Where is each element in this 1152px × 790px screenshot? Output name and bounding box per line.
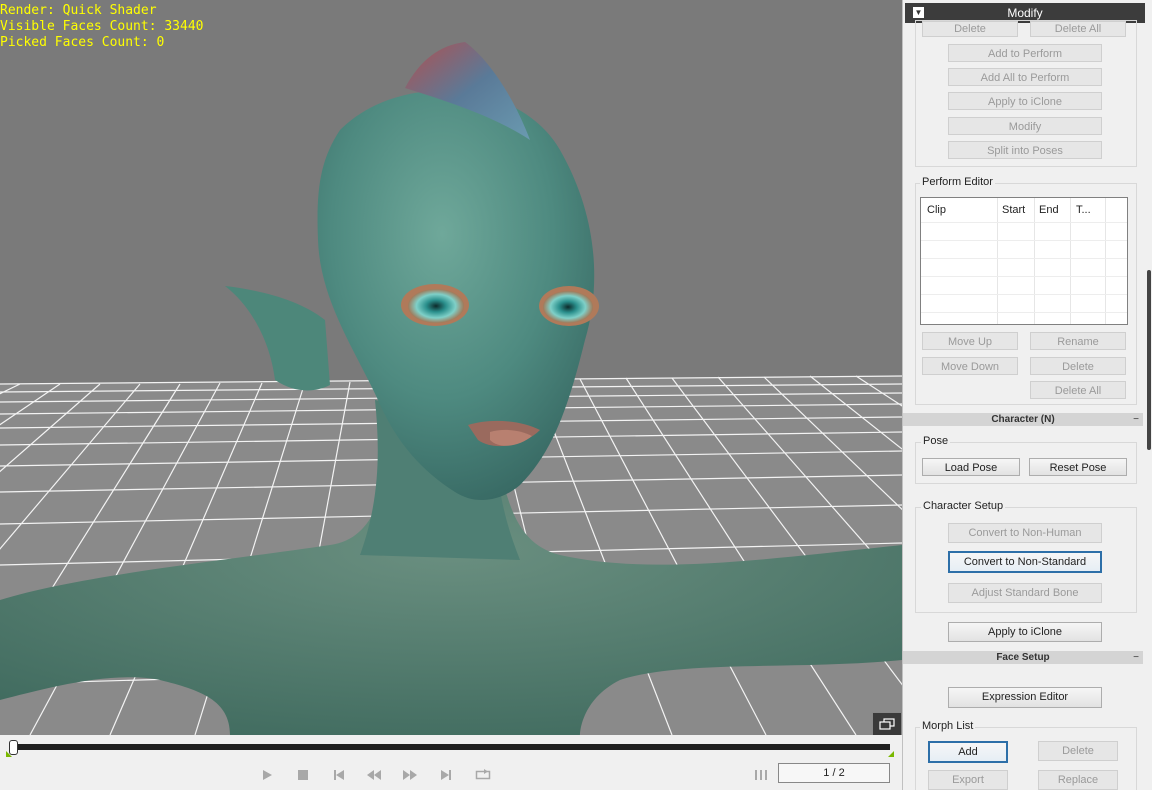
goto-start-button[interactable] xyxy=(329,766,349,784)
picked-faces-text: Picked Faces Count: 0 xyxy=(0,35,165,50)
table-divider xyxy=(1034,198,1035,324)
frame-mode-toggle[interactable] xyxy=(752,766,772,784)
skip-start-icon xyxy=(334,770,344,780)
column-header-end[interactable]: End xyxy=(1039,204,1059,216)
stop-button[interactable] xyxy=(293,766,313,784)
rewind-icon xyxy=(367,770,381,780)
character-setup-label: Character Setup xyxy=(921,500,1006,512)
table-row-divider xyxy=(921,294,1127,295)
render-info-overlay: Render: Quick Shader Visible Faces Count… xyxy=(0,3,204,51)
move-up-button[interactable]: Move Up xyxy=(922,332,1018,350)
table-divider xyxy=(1105,198,1106,324)
table-divider xyxy=(997,198,998,324)
move-down-button[interactable]: Move Down xyxy=(922,357,1018,375)
convert-to-non-human-button[interactable]: Convert to Non-Human xyxy=(948,523,1102,543)
load-pose-button[interactable]: Load Pose xyxy=(922,458,1020,476)
frame-bars-icon xyxy=(755,770,767,780)
table-row-divider xyxy=(921,222,1127,223)
morph-replace-button[interactable]: Replace xyxy=(1038,770,1118,790)
skip-end-icon xyxy=(441,770,451,780)
expression-editor-button[interactable]: Expression Editor xyxy=(948,687,1102,708)
table-row-divider xyxy=(921,240,1127,241)
morph-add-button[interactable]: Add xyxy=(928,741,1008,763)
face-setup-section-title: Face Setup xyxy=(996,652,1050,663)
pose-label: Pose xyxy=(921,435,951,447)
next-frame-button[interactable] xyxy=(400,766,420,784)
collapse-icon[interactable]: − xyxy=(1133,413,1139,426)
column-header-start[interactable]: Start xyxy=(1002,204,1025,216)
perform-delete-all-button[interactable]: Delete All xyxy=(1030,381,1126,399)
adjust-standard-bone-button[interactable]: Adjust Standard Bone xyxy=(948,583,1102,603)
timeline-scrubber[interactable] xyxy=(9,740,18,755)
3d-viewport[interactable]: Render: Quick Shader Visible Faces Count… xyxy=(0,0,902,735)
morph-export-button[interactable]: Export xyxy=(928,770,1008,790)
play-button[interactable] xyxy=(257,766,277,784)
face-setup-section-header[interactable]: Face Setup − xyxy=(903,651,1143,664)
modify-button[interactable]: Modify xyxy=(948,117,1102,135)
morph-delete-button[interactable]: Delete xyxy=(1038,741,1118,761)
scene-render[interactable] xyxy=(0,0,902,735)
panel-menu-dropdown-icon[interactable]: ▼ xyxy=(913,7,924,18)
perform-editor-label: Perform Editor xyxy=(920,176,995,188)
play-icon xyxy=(263,770,272,780)
visible-faces-text: Visible Faces Count: 33440 xyxy=(0,19,204,34)
fast-forward-icon xyxy=(403,770,417,780)
range-end-marker[interactable] xyxy=(888,751,894,757)
apply-to-iclone-button[interactable]: Apply to iClone xyxy=(948,622,1102,642)
table-row-divider xyxy=(921,258,1127,259)
timeline-bar: 1 / 2 xyxy=(0,735,902,790)
restore-view-button[interactable] xyxy=(872,712,902,735)
stop-icon xyxy=(298,770,308,780)
rename-button[interactable]: Rename xyxy=(1030,332,1126,350)
table-row-divider xyxy=(921,276,1127,277)
character-section-title: Character (N) xyxy=(991,414,1055,425)
add-to-perform-button[interactable]: Add to Perform xyxy=(948,44,1102,62)
delete-button[interactable]: Delete xyxy=(922,21,1018,37)
morph-list-label: Morph List xyxy=(920,720,976,732)
convert-to-non-standard-button[interactable]: Convert to Non-Standard xyxy=(948,551,1102,573)
table-row-divider xyxy=(921,312,1127,313)
collapse-icon[interactable]: − xyxy=(1133,651,1139,664)
timeline-track[interactable] xyxy=(12,744,890,750)
previous-frame-button[interactable] xyxy=(364,766,384,784)
render-mode-text: Render: Quick Shader xyxy=(0,3,157,18)
panel-scrollbar-thumb[interactable] xyxy=(1147,270,1151,450)
apply-to-iclone-button-top[interactable]: Apply to iClone xyxy=(948,92,1102,110)
add-all-to-perform-button[interactable]: Add All to Perform xyxy=(948,68,1102,86)
loop-button[interactable] xyxy=(473,766,493,784)
frame-counter[interactable]: 1 / 2 xyxy=(778,763,890,783)
loop-icon xyxy=(475,769,491,780)
perform-clip-table[interactable]: Clip Start End T... xyxy=(920,197,1128,325)
table-divider xyxy=(1070,198,1071,324)
column-header-clip[interactable]: Clip xyxy=(927,204,946,216)
panel-title: Modify xyxy=(1007,6,1043,20)
perform-delete-button[interactable]: Delete xyxy=(1030,357,1126,375)
goto-end-button[interactable] xyxy=(436,766,456,784)
restore-windows-icon xyxy=(879,718,895,730)
character-section-header[interactable]: Character (N) − xyxy=(903,413,1143,426)
reset-pose-button[interactable]: Reset Pose xyxy=(1029,458,1127,476)
column-header-t[interactable]: T... xyxy=(1076,204,1091,216)
split-into-poses-button[interactable]: Split into Poses xyxy=(948,141,1102,159)
modify-panel: ▼ Modify Delete Delete All Add to Perfor… xyxy=(902,0,1152,790)
delete-all-button[interactable]: Delete All xyxy=(1030,21,1126,37)
